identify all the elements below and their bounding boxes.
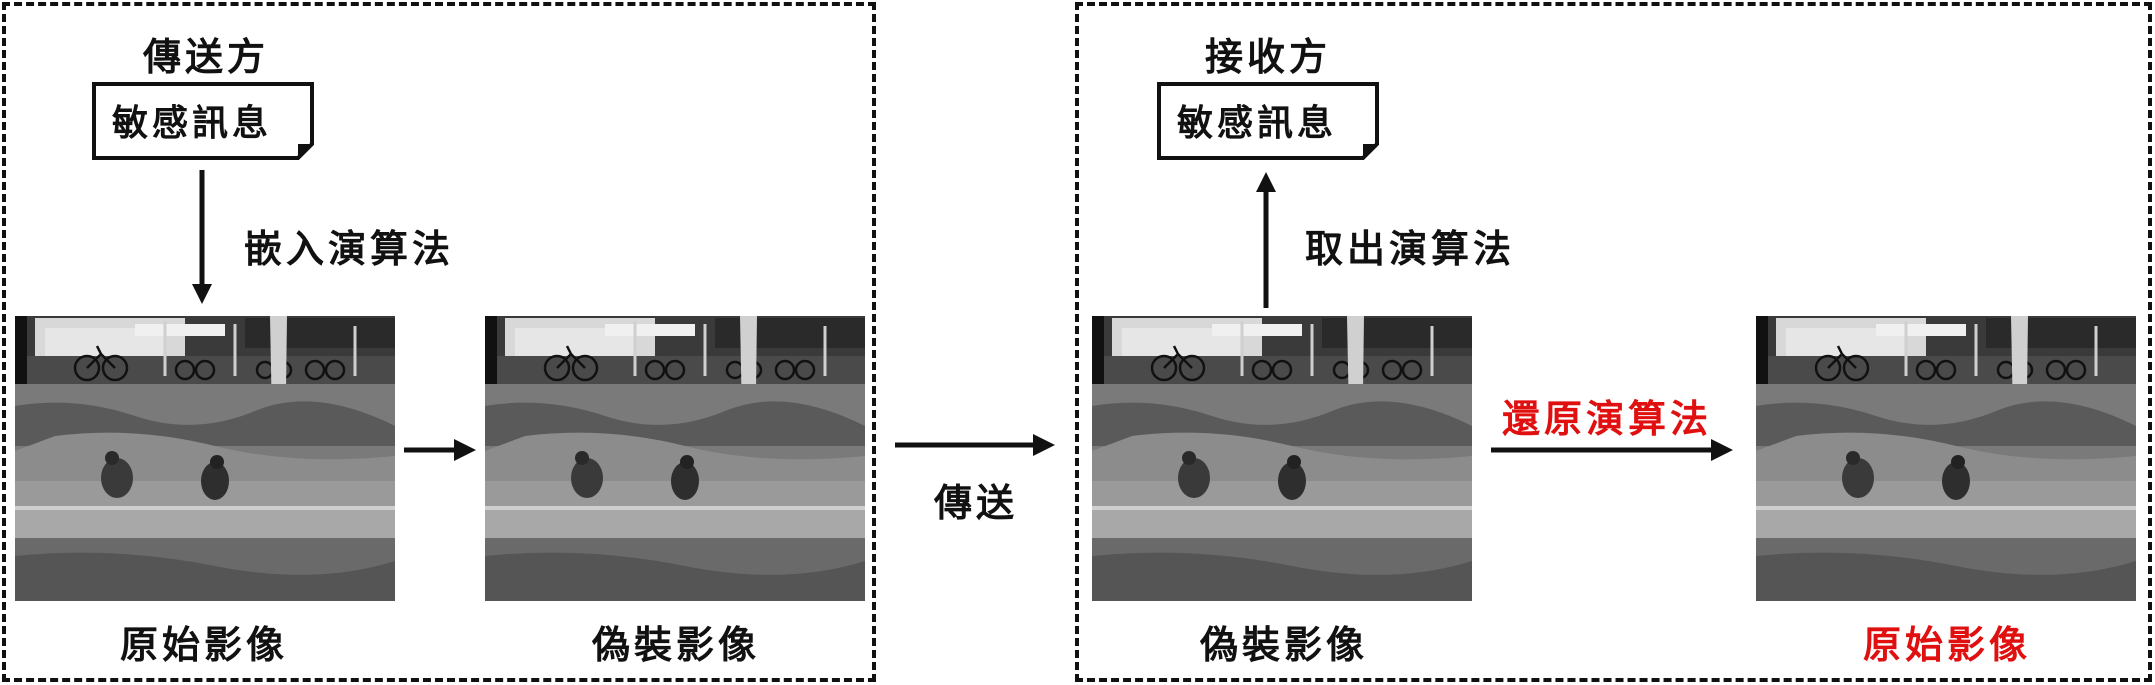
stego-caption-sender: 偽裝影像	[592, 622, 761, 667]
sender-title: 傳送方	[143, 34, 270, 79]
embed-output-arrow	[404, 439, 476, 461]
receiver-message-text: 敏感訊息	[1176, 102, 1337, 144]
transmit-arrow	[895, 434, 1055, 456]
restore-label: 還原演算法	[1502, 396, 1713, 441]
original-caption: 原始影像	[120, 622, 289, 667]
embed-arrow	[192, 170, 212, 304]
extract-label: 取出演算法	[1305, 226, 1516, 271]
sender-message-note: 敏感訊息	[92, 82, 314, 160]
receiver-message-note: 敏感訊息	[1157, 82, 1379, 160]
recovered-caption: 原始影像	[1863, 622, 2032, 667]
embed-label: 嵌入演算法	[244, 226, 455, 271]
stego-image-sender	[485, 316, 865, 601]
original-image	[15, 316, 395, 601]
extract-arrow	[1256, 172, 1276, 308]
stego-caption-receiver: 偽裝影像	[1200, 622, 1369, 667]
transmit-label: 傳送	[934, 480, 1019, 525]
recovered-image	[1756, 316, 2136, 601]
restore-arrow	[1491, 439, 1733, 461]
sender-message-text: 敏感訊息	[111, 102, 272, 144]
stego-image-receiver	[1092, 316, 1472, 601]
receiver-title: 接收方	[1205, 34, 1332, 79]
